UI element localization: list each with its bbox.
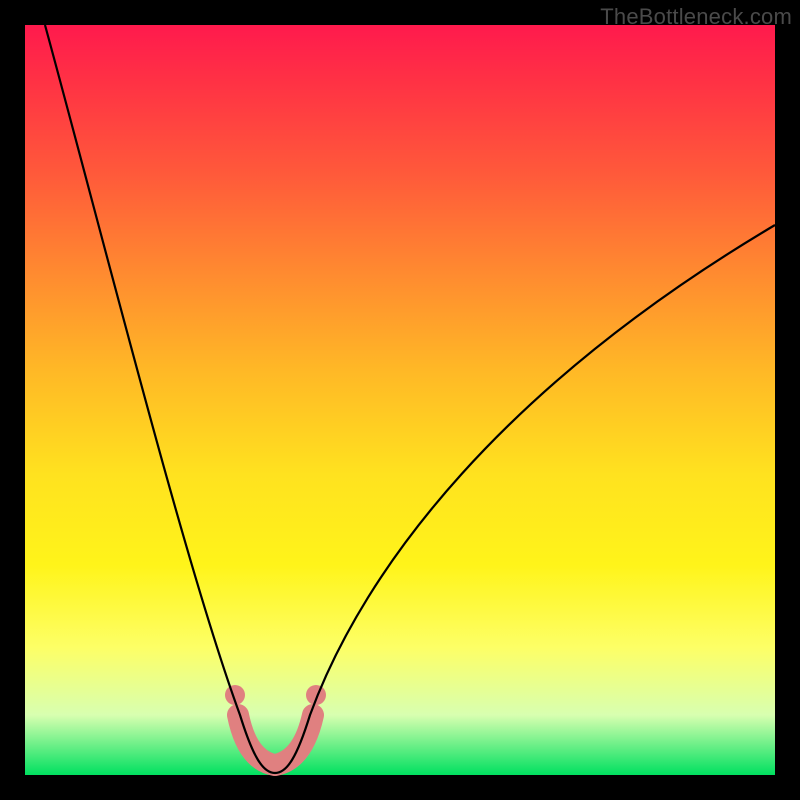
chart-svg — [25, 25, 775, 775]
chart-frame — [25, 25, 775, 775]
bottleneck-curve — [45, 25, 775, 773]
watermark-text: TheBottleneck.com — [600, 4, 792, 30]
